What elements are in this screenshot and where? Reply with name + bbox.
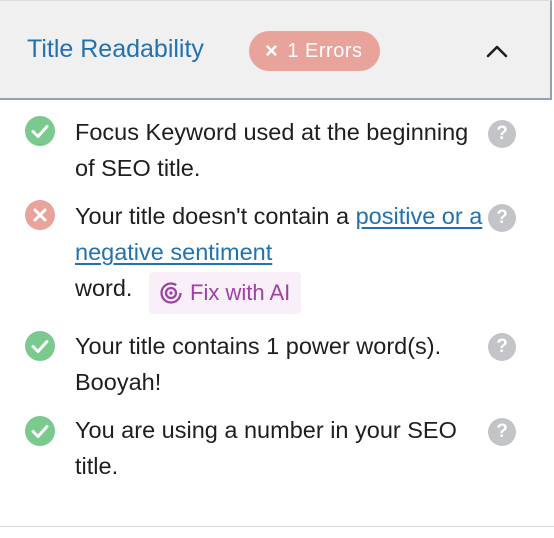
- fix-with-ai-button[interactable]: Fix with AI: [149, 272, 302, 314]
- help-icon[interactable]: ?: [488, 120, 516, 148]
- close-icon: ×: [265, 38, 279, 63]
- help-icon[interactable]: ?: [488, 333, 516, 361]
- check-fail-icon: [25, 200, 55, 230]
- check-text: You are using a number in your SEO title…: [75, 417, 457, 479]
- check-pass-icon: [25, 331, 55, 361]
- check-text: Your title contains 1 power word(s). Boo…: [75, 333, 442, 395]
- check-text-before: Your title doesn't contain a: [75, 203, 350, 229]
- collapse-toggle-button[interactable]: [480, 37, 514, 67]
- help-icon[interactable]: ?: [488, 204, 516, 232]
- help-icon[interactable]: ?: [488, 418, 516, 446]
- divider: [0, 526, 554, 527]
- panel-title[interactable]: Title Readability: [27, 35, 204, 64]
- check-pass-icon: [25, 116, 55, 146]
- panel-header[interactable]: Title Readability × 1 Errors: [0, 0, 552, 100]
- check-pass-icon: [25, 416, 55, 446]
- check-text: Focus Keyword used at the beginning of S…: [75, 119, 469, 181]
- error-count-badge: × 1 Errors: [249, 31, 381, 71]
- error-count-label: 1 Errors: [287, 39, 363, 62]
- check-text-after: word.: [75, 275, 133, 301]
- chevron-up-icon: [486, 45, 508, 58]
- ai-icon: [160, 282, 182, 304]
- fix-with-ai-label: Fix with AI: [190, 280, 291, 305]
